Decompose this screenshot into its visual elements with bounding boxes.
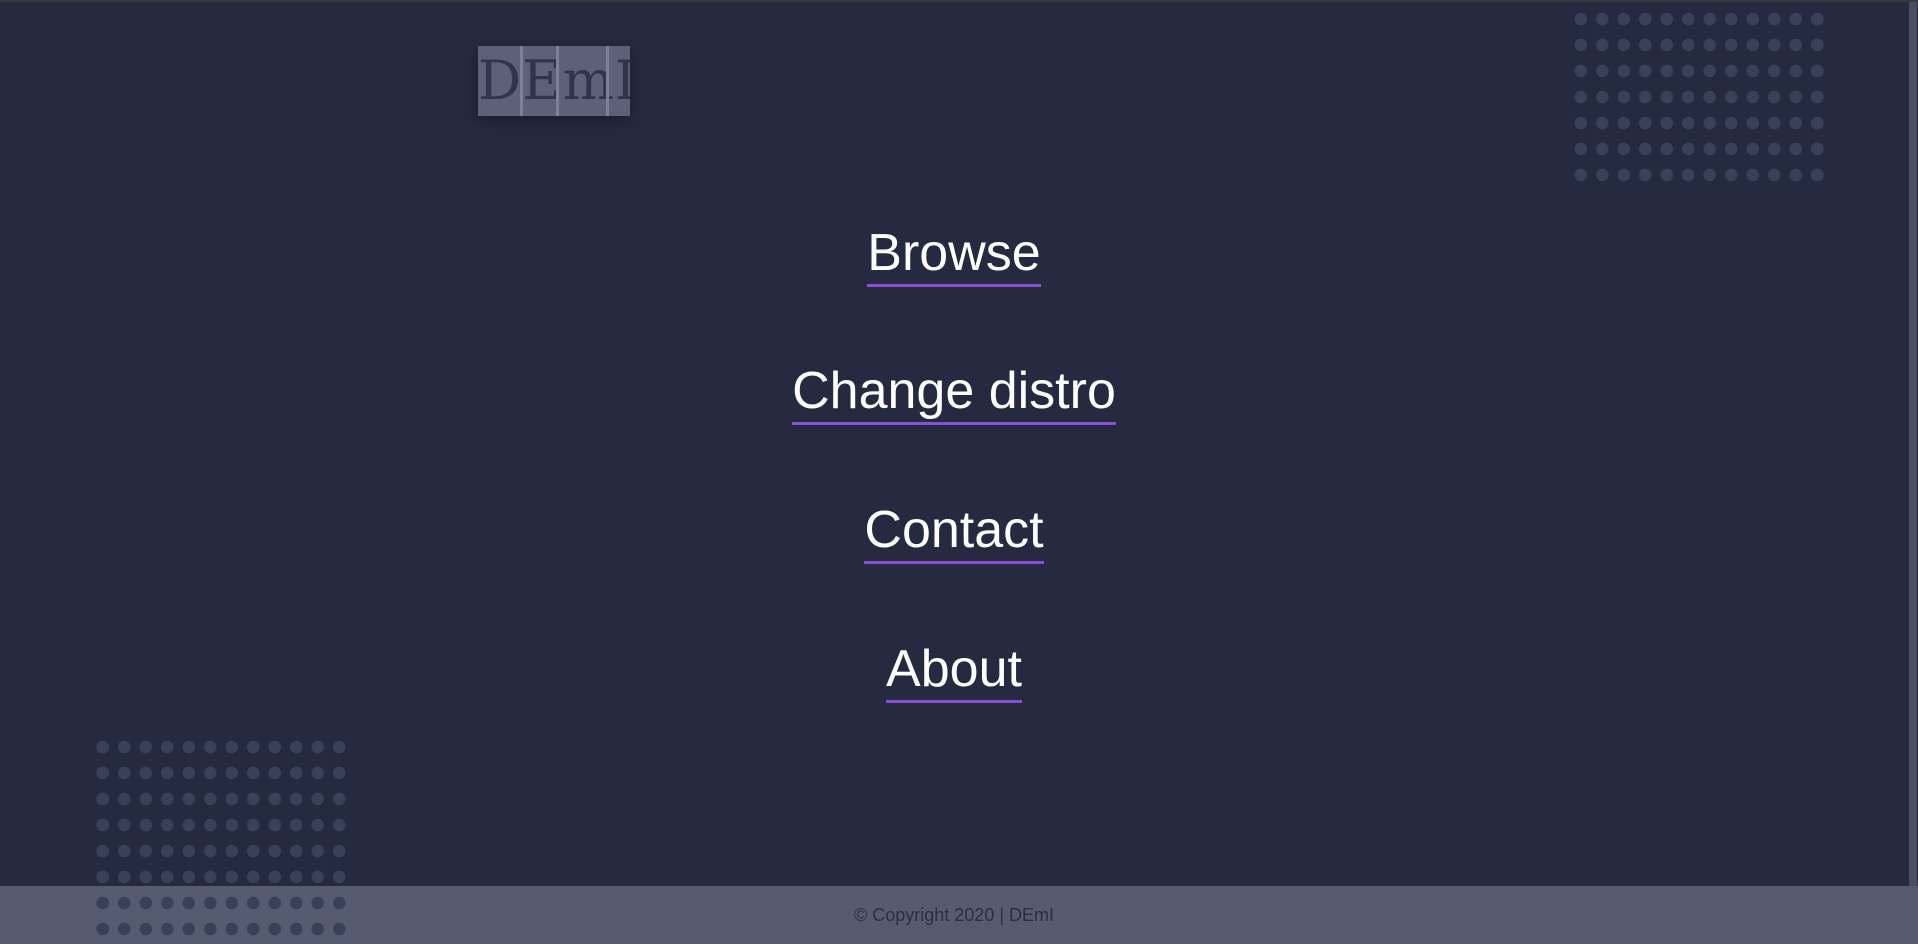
logo-stripe — [606, 46, 609, 116]
dot-pattern-decoration-top — [1570, 6, 1828, 188]
menu-item-browse: Browse — [0, 222, 1908, 287]
logo-stripe — [520, 46, 523, 116]
menu-item-change-distro: Change distro — [0, 360, 1908, 425]
site-logo[interactable]: DEmI — [478, 46, 630, 116]
dot-pattern-decoration-bottom — [92, 734, 350, 944]
change-distro-link[interactable]: Change distro — [792, 360, 1116, 425]
about-link[interactable]: About — [886, 638, 1022, 703]
menu-item-contact: Contact — [0, 499, 1908, 564]
page-scrollbar[interactable] — [1908, 2, 1918, 944]
contact-link[interactable]: Contact — [864, 499, 1044, 564]
scrollbar-thumb[interactable] — [1909, 2, 1917, 886]
browse-link[interactable]: Browse — [867, 222, 1041, 287]
menu-item-about: About — [0, 638, 1908, 703]
logo-stripe — [556, 46, 559, 116]
